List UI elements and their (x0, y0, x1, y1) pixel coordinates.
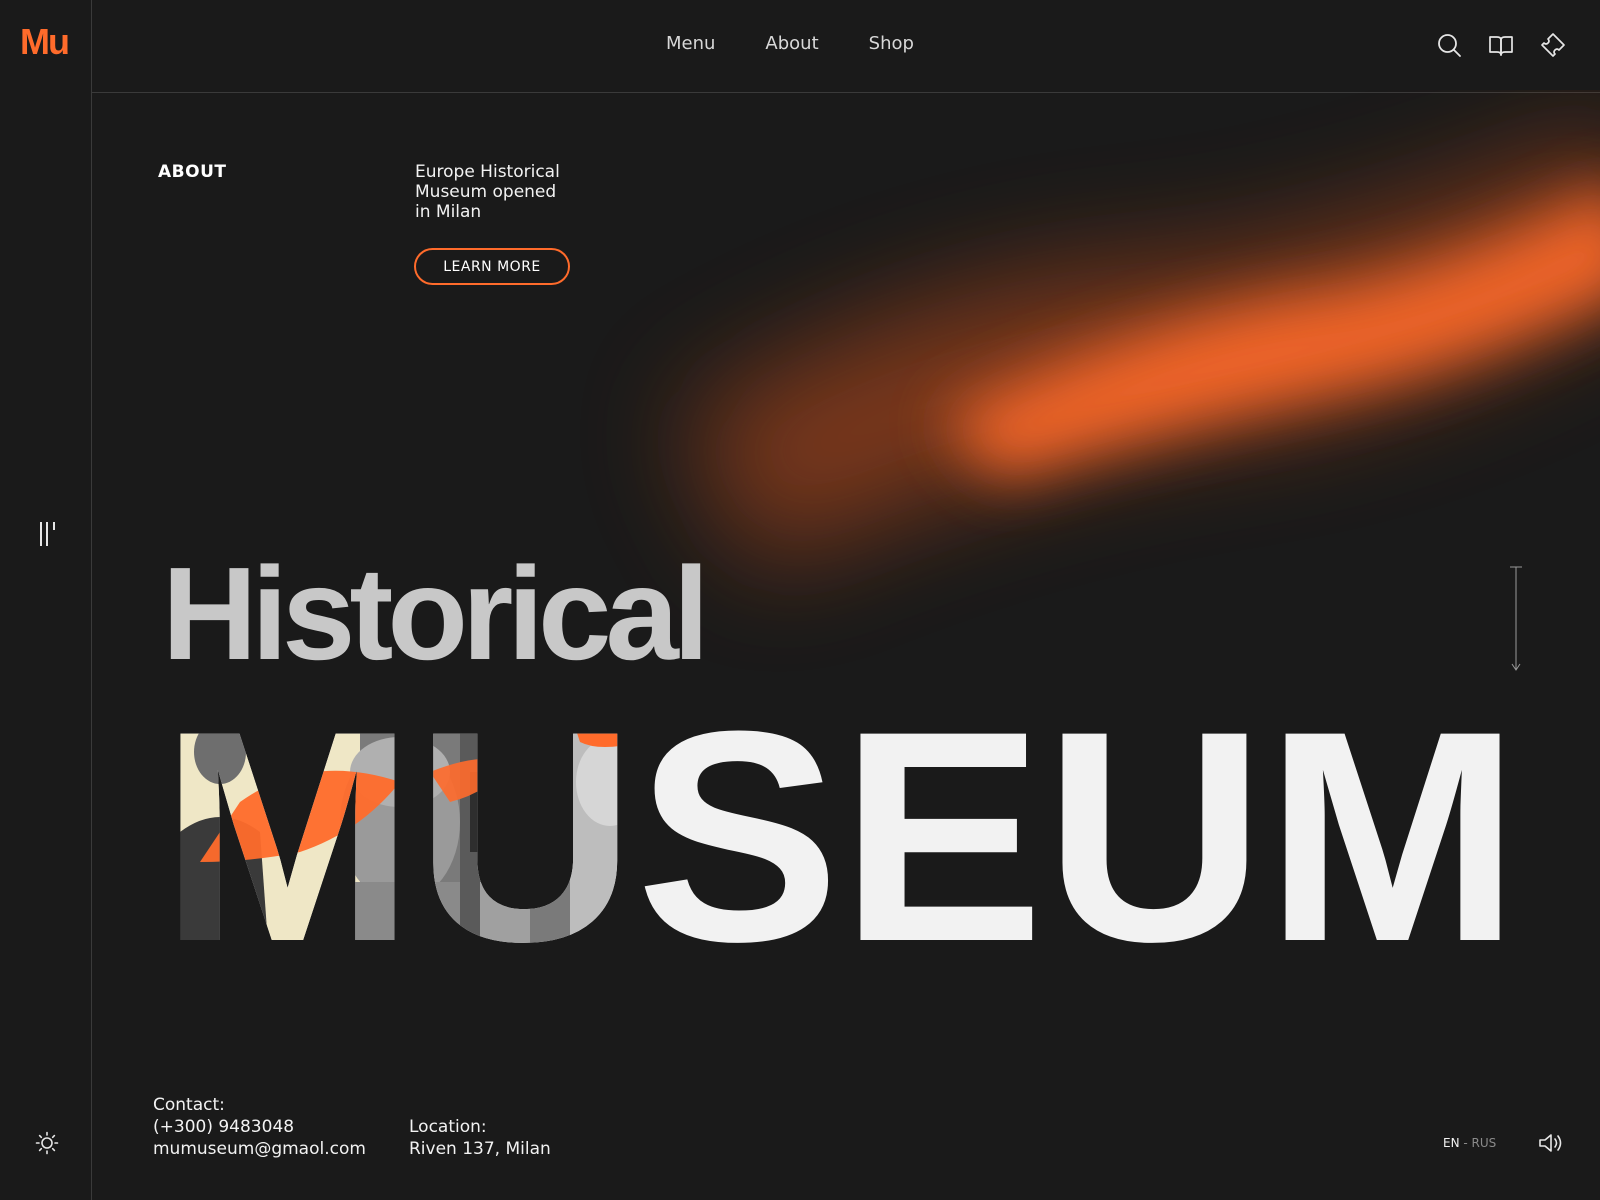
about-description: Europe Historical Museum opened in Milan (415, 162, 595, 222)
contact-label: Contact: (153, 1095, 225, 1115)
contact-block: Contact: (+300) 9483048 mumuseum@gmaol.c… (153, 1094, 366, 1160)
lang-separator: - (1459, 1136, 1472, 1150)
book-icon[interactable] (1488, 32, 1514, 58)
about-line-1: Europe Historical (415, 162, 560, 182)
nav-item-about[interactable]: About (765, 33, 818, 54)
learn-more-button[interactable]: LEARN MORE (414, 248, 570, 285)
nav-item-shop[interactable]: Shop (869, 33, 914, 54)
contact-email[interactable]: mumuseum@gmaol.com (153, 1138, 366, 1160)
scroll-down-indicator[interactable] (1508, 566, 1524, 672)
lang-rus[interactable]: RUS (1472, 1136, 1497, 1150)
contact-phone[interactable]: (+300) 9483048 (153, 1116, 366, 1138)
ticket-icon[interactable] (1540, 32, 1566, 58)
theme-toggle-sun-icon[interactable] (35, 1131, 59, 1155)
location-block: Location: Riven 137, Milan (409, 1116, 551, 1160)
hero-headline-museum: MUSEUM MUSEUM (160, 712, 1520, 972)
nav-item-menu[interactable]: Menu (666, 33, 715, 54)
lang-en[interactable]: EN (1443, 1136, 1460, 1150)
sidebar: Mu (0, 0, 92, 1200)
about-line-3: in Milan (415, 202, 482, 222)
orange-glow-decoration (680, 138, 1600, 570)
search-icon[interactable] (1436, 32, 1462, 58)
about-line-2: Museum opened (415, 182, 557, 202)
language-switcher: EN - RUS (1443, 1136, 1496, 1150)
location-label: Location: (409, 1117, 487, 1137)
location-address: Riven 137, Milan (409, 1139, 551, 1159)
top-icon-group (1436, 32, 1566, 58)
main-nav: Menu About Shop (666, 33, 914, 54)
top-bar: Menu About Shop (92, 0, 1600, 93)
brand-logo[interactable]: Mu (20, 24, 70, 60)
sound-icon[interactable] (1538, 1131, 1564, 1155)
about-label: ABOUT (158, 162, 227, 182)
hero-headline-line1: Historical (162, 540, 710, 687)
menu-bars-icon[interactable] (38, 520, 58, 548)
